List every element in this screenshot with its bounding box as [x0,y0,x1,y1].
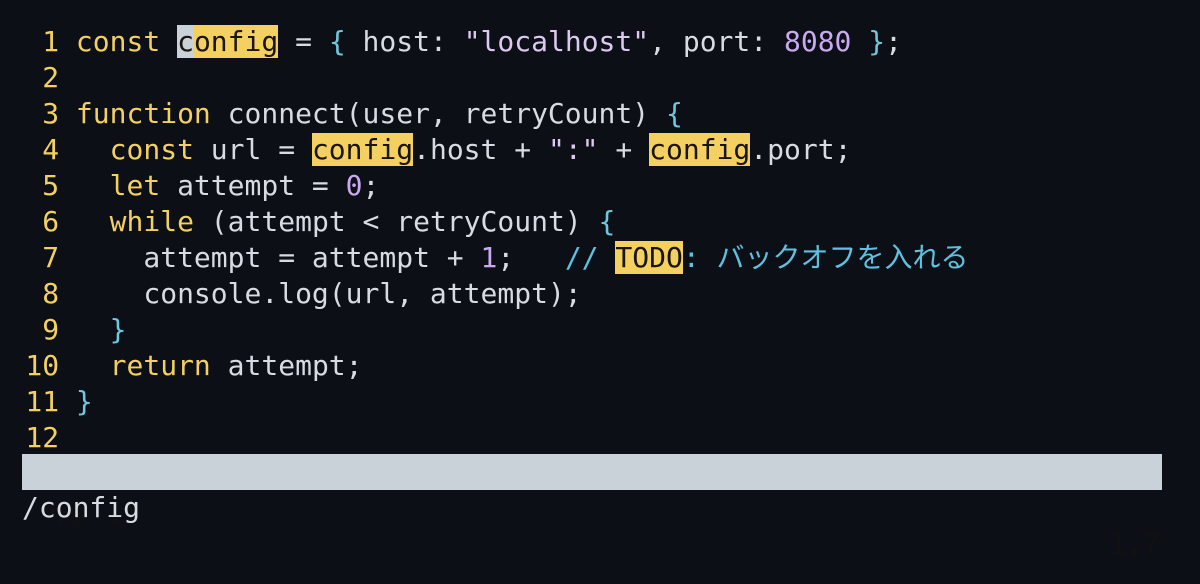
todo-highlight: TODO [615,241,683,274]
string-literal: ":" [547,133,599,166]
code-line: 3 function connect(user, retryCount) { [22,96,1162,132]
search-match: config [311,133,414,166]
code-text: url = [193,133,312,166]
brace: { [328,25,346,58]
code-text: .port; [750,133,852,166]
code-text: connect(user, retryCount) [210,97,666,130]
code-text: (attempt < retryCount) [193,205,599,238]
code-line: 1 const config = { host: "localhost", por… [22,24,1162,60]
search-match: config [649,133,751,166]
code-editor[interactable]: 1 const config = { host: "localhost", por… [22,24,1162,456]
code-text: attempt; [210,349,363,382]
number-literal: 1 [480,241,498,274]
status-cursor-position: 1,7 [1109,527,1160,560]
code-text: host: [345,25,464,58]
code-line: 4 const url = config.host + ":" + config… [22,132,1162,168]
line-number: 1 [42,25,60,58]
line-number: 6 [42,205,60,238]
command-line[interactable]: /config [22,490,140,526]
keyword: while [109,205,194,238]
code-line: 11} [22,384,1162,420]
code-text: = [278,25,329,58]
brace: { [665,97,683,130]
line-number: 11 [25,385,60,418]
code-text: .host + [413,133,548,166]
search-match: onfig [193,25,279,58]
code-text: , port: [649,25,784,58]
brace: } [75,385,93,418]
line-number: 10 [25,349,60,382]
code-text: attempt = attempt + [143,241,481,274]
line-number: 4 [42,133,60,166]
line-number: 2 [42,61,60,94]
line-number: 3 [42,97,60,130]
line-number: 7 [42,241,60,274]
keyword: let [109,169,161,202]
code-line: 8 console.log(url, attempt); [22,276,1162,312]
brace: { [598,205,616,238]
code-line: 12 [22,420,1162,456]
number-literal: 0 [345,169,363,202]
brace: } [851,25,886,58]
code-text: ; [362,169,380,202]
code-text: ; [497,241,515,274]
line-number: 8 [42,277,60,310]
code-text: ; [885,25,902,58]
code-line: 10 return attempt; [22,348,1162,384]
cursor[interactable]: c [177,25,194,58]
line-number: 9 [42,313,60,346]
status-bar: app.js 1,7 [22,454,1162,560]
code-line: 5 let attempt = 0; [22,168,1162,204]
keyword: const [109,133,194,166]
brace: } [109,313,127,346]
comment: // [564,241,616,274]
code-text: attempt = [160,169,346,202]
code-line: 6 while (attempt < retryCount) { [22,204,1162,240]
comment: : バックオフを入れる [682,241,969,274]
keyword: function [75,97,211,130]
line-number: 12 [25,421,60,454]
code-text: + [598,133,650,166]
string-literal: "localhost" [463,25,650,58]
code-text: console.log(url, attempt); [143,277,582,310]
code-line: 9 } [22,312,1162,348]
code-line: 2 [22,60,1162,96]
number-literal: 8080 [783,25,852,58]
line-number: 5 [42,169,60,202]
keyword: return [109,349,211,382]
keyword: const [75,25,161,58]
code-line: 7 attempt = attempt + 1; // TODO: バックオフを… [22,240,1162,276]
